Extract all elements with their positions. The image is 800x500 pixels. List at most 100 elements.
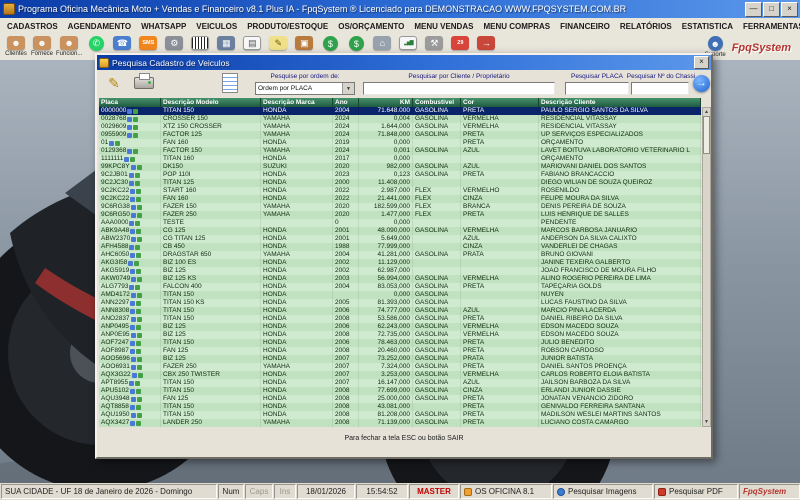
table-row[interactable]: AOO5696BIZ 125HONDA200773.252,000GASOLIN… xyxy=(99,355,701,363)
edit-button[interactable]: ✎ xyxy=(103,72,125,94)
column-header[interactable]: KM xyxy=(359,98,413,107)
table-row[interactable]: ABK9A48CG 125HONDA200148.090,000GASOLINA… xyxy=(99,227,701,235)
toolbar-ferramentas-button[interactable]: ⚒ xyxy=(421,35,447,51)
toolbar-produto-button[interactable]: ⚙ xyxy=(161,35,187,51)
cell: VERMELHA xyxy=(461,115,539,123)
menu-item-menu-compras[interactable]: MENU COMPRAS xyxy=(478,18,555,34)
menu-item-estatistica[interactable]: ESTATISTICA xyxy=(677,18,738,34)
menu-item-produto-estoque[interactable]: PRODUTO/ESTOQUE xyxy=(242,18,333,34)
menu-item-os-or-amento[interactable]: OS/ORÇAMENTO xyxy=(333,18,409,34)
placa-search-input[interactable] xyxy=(565,82,629,95)
table-row[interactable]: 0029609XTZ 150 CROSSERYAMAHA20241.644,00… xyxy=(99,123,701,131)
table-row[interactable]: AOF7247TITAN 150HONDA200678.463,000GASOL… xyxy=(99,339,701,347)
toolbar-vendas-button[interactable]: $ xyxy=(317,35,343,52)
toolbar-sair-button[interactable]: → xyxy=(473,35,499,51)
table-row[interactable]: ANP0495BIZ 125HONDA200662.243,000GASOLIN… xyxy=(99,323,701,331)
chevron-down-icon[interactable]: ▼ xyxy=(342,83,354,94)
toolbar-fornecedores-button[interactable]: ☻Fornece xyxy=(29,35,55,59)
scroll-thumb[interactable] xyxy=(703,116,710,154)
table-row[interactable]: ANN8308TITAN 150HONDA200674.777,000GASOL… xyxy=(99,307,701,315)
table-row[interactable]: AMD4172TITAN 150HONDA0,000GASOLINANUYEN xyxy=(99,291,701,299)
table-row[interactable]: AKG3I58BIZ 100 ESHONDA200211.129,000JANI… xyxy=(99,259,701,267)
table-row[interactable]: 9C2JB01POP 110IHONDA20230,123GASOLINAPRE… xyxy=(99,171,701,179)
dialog-close-button[interactable]: × xyxy=(694,56,709,69)
print-button[interactable] xyxy=(133,72,155,94)
client-search-input[interactable] xyxy=(363,82,555,95)
table-row[interactable]: AKW0749BIZ 125 KSHONDA200356.994,000GASO… xyxy=(99,275,701,283)
toolbar-funcionarios-button[interactable]: ☻Funcion... xyxy=(55,35,83,59)
table-row[interactable]: 0955909FACTOR 125YAMAHA202471.848,000GAS… xyxy=(99,131,701,139)
toolbar-telefone-button[interactable]: ☎ xyxy=(109,35,135,51)
toolbar-whatsapp-button[interactable]: ✆ xyxy=(83,35,109,52)
close-button[interactable]: × xyxy=(781,2,798,17)
toolbar-banco-button[interactable]: ⌂ xyxy=(369,35,395,51)
scroll-down-icon[interactable]: ▼ xyxy=(704,418,709,426)
table-row[interactable]: 9C6RG38FAZER 150YAMAHA2020182.599,000FLE… xyxy=(99,203,701,211)
search-go-button[interactable]: → xyxy=(693,75,710,92)
table-row[interactable]: 0129368FACTOR 150YAMAHA20240,001GASOLINA… xyxy=(99,147,701,155)
table-row[interactable]: 9C2KC22START 160HONDA20222.987,000FLEXVE… xyxy=(99,187,701,195)
dialog-title-bar[interactable]: Pesquisa Cadastro de Veiculos × xyxy=(97,55,711,70)
menu-item-relat-rios[interactable]: RELATÓRIOS xyxy=(615,18,677,34)
toolbar-relatorios-button[interactable]: ▂▅▇ xyxy=(395,35,421,51)
menu-item-menu-vendas[interactable]: MENU VENDAS xyxy=(409,18,478,34)
menu-item-veiculos[interactable]: VEICULOS xyxy=(191,18,242,34)
table-row[interactable]: 99KPC8YDK150SUZUKI2020982,000GASOLINAAZU… xyxy=(99,163,701,171)
table-row[interactable]: AHC6050DRAGSTAR 650YAMAHA200441.281,000G… xyxy=(99,251,701,259)
table-row[interactable]: 0028768CROSSER 150YAMAHA20240,004GASOLIN… xyxy=(99,115,701,123)
table-row[interactable]: ABW2370CG TITAN 125HONDA20015.649,000AZU… xyxy=(99,235,701,243)
table-row[interactable]: APU5102TITAN 150HONDA200877.699,000GASOL… xyxy=(99,387,701,395)
menu-item-ferramentas[interactable]: FERRAMENTAS xyxy=(738,18,800,34)
toolbar-financeiro-button[interactable]: $ xyxy=(343,35,369,52)
toolbar-calendario-button[interactable]: 29 xyxy=(447,35,473,51)
table-row[interactable]: ANP0E95BIZ 125HONDA200872.735,000GASOLIN… xyxy=(99,331,701,339)
table-row[interactable]: 9C2JC30TITAN 125HONDA200011.408,000DIEGO… xyxy=(99,179,701,187)
column-header[interactable]: Combustivel xyxy=(413,98,461,107)
toolbar-caixa-button[interactable]: ▣ xyxy=(291,35,317,51)
column-header[interactable]: Descrição Marca xyxy=(261,98,333,107)
table-row[interactable]: 1111111TITAN 160HONDA20170,000ORÇAMENTO xyxy=(99,155,701,163)
table-row[interactable]: 01FAN 160HONDA20190,000PRETAORÇAMENTO xyxy=(99,139,701,147)
table-row[interactable]: AOO6931FAZER 250YAMAHA20077.324,000GASOL… xyxy=(99,363,701,371)
order-select[interactable]: Ordem por PLACA ▼ xyxy=(255,82,355,95)
status-search-pdf[interactable]: Pesquisar PDF xyxy=(654,484,738,499)
table-row[interactable]: AAA0000TESTE00,000PENDENTE xyxy=(99,219,701,227)
table-row[interactable]: ANO2837TITAN 150HONDA200853.586,000GASOL… xyxy=(99,315,701,323)
column-header[interactable]: Descrição Cliente xyxy=(539,98,701,107)
toolbar-calculadora-button[interactable]: ▦ xyxy=(213,35,239,51)
column-header[interactable]: Ano xyxy=(333,98,359,107)
toolbar-codigo-barras-button[interactable] xyxy=(187,35,213,51)
table-row[interactable]: AQX3G22CBX 250 TWISTERHONDA20073.253,000… xyxy=(99,371,701,379)
scroll-up-icon[interactable]: ▲ xyxy=(704,108,709,116)
table-row[interactable]: AQU1950TITAN 150HONDA200881.208,000GASOL… xyxy=(99,411,701,419)
column-header[interactable]: Cor xyxy=(461,98,539,107)
table-row[interactable]: AQT8858TITAN 150HONDA200843.081,000PRETA… xyxy=(99,403,701,411)
report-button[interactable] xyxy=(219,72,241,94)
menu-item-agendamento[interactable]: AGENDAMENTO xyxy=(63,18,136,34)
toolbar-clientes-button[interactable]: ☻Clientes xyxy=(3,35,29,59)
column-header[interactable]: Descrição Modelo xyxy=(161,98,261,107)
chassi-search-input[interactable] xyxy=(631,82,689,95)
table-row[interactable]: 9C6RG50FAZER 250YAMAHA20201.477,000FLEXP… xyxy=(99,211,701,219)
column-header[interactable]: Placa xyxy=(99,98,161,107)
grid-scrollbar[interactable]: ▲ ▼ xyxy=(702,107,711,427)
menu-item-cadastros[interactable]: CADASTROS xyxy=(2,18,63,34)
maximize-button[interactable]: □ xyxy=(763,2,780,17)
table-row[interactable]: AQU3948FAN 125HONDA200825.000,000GASOLIN… xyxy=(99,395,701,403)
table-row[interactable]: ALG7793FALCON 400HONDA200483.053,000GASO… xyxy=(99,283,701,291)
table-row[interactable]: AKG5919BIZ 125HONDA200262.987,000JOAO FR… xyxy=(99,267,701,275)
table-row[interactable]: AOF8987FAN 125HONDA200820.460,000GASOLIN… xyxy=(99,347,701,355)
toolbar-orcamento-button[interactable]: ✎ xyxy=(265,35,291,51)
table-row[interactable]: AQX3427LANDER 250YAMAHA200871.139,000GAS… xyxy=(99,419,701,427)
status-search-images[interactable]: Pesquisar Imagens xyxy=(553,484,653,499)
menu-item-financeiro[interactable]: FINANCEIRO xyxy=(555,18,615,34)
table-row[interactable]: 9C2KC22FAN 160HONDA202221.441,000FLEXCIN… xyxy=(99,195,701,203)
toolbar-sms-button[interactable]: SMS xyxy=(135,35,161,51)
table-row[interactable]: APT8955TITAN 150HONDA200716.147,000GASOL… xyxy=(99,379,701,387)
menu-item-whatsapp[interactable]: WHATSAPP xyxy=(136,18,191,34)
toolbar-ordem-servico-button[interactable]: ▤ xyxy=(239,35,265,51)
minimize-button[interactable]: — xyxy=(745,2,762,17)
table-row[interactable]: 0000000TITAN 150HONDA200471.648.000GASOL… xyxy=(99,107,701,115)
table-row[interactable]: ANN2297TITAN 150 KSHONDA200581.393,000GA… xyxy=(99,299,701,307)
table-row[interactable]: AFH4588CB 450HONDA198877.999,000CINZAVAN… xyxy=(99,243,701,251)
